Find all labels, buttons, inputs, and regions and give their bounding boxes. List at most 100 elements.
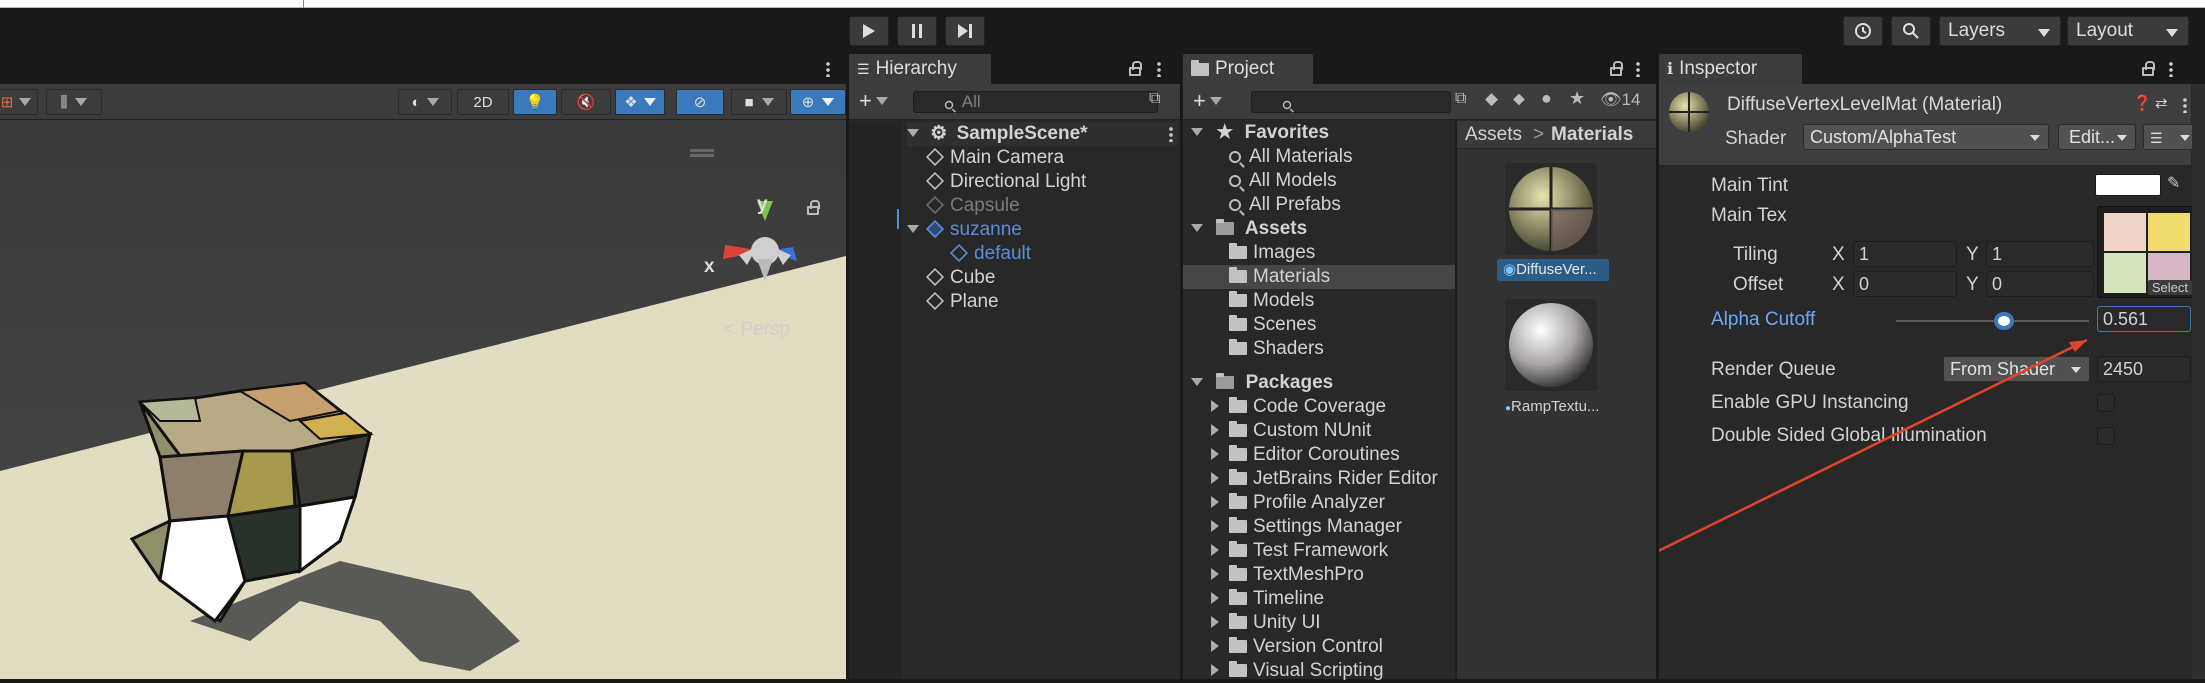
package-item[interactable]: Timeline xyxy=(1211,587,1324,611)
hierarchy-search-input[interactable]: All xyxy=(913,91,1158,113)
package-item[interactable]: Unity UI xyxy=(1211,611,1321,635)
double-sided-gi-checkbox[interactable] xyxy=(2097,427,2115,445)
step-button[interactable] xyxy=(945,16,985,46)
filter-by-label-icon[interactable]: ⬥ xyxy=(1513,89,1525,109)
search-by-type-icon[interactable]: ⧉ xyxy=(1149,90,1160,108)
package-item[interactable]: Version Control xyxy=(1211,635,1383,659)
package-item[interactable]: Test Framework xyxy=(1211,539,1388,563)
packages-header[interactable]: Packages xyxy=(1191,371,1333,395)
hidden-objects-toggle[interactable]: ⊘ xyxy=(676,89,724,115)
alpha-cutoff-slider-thumb[interactable] xyxy=(1994,312,2014,330)
offset-y-field[interactable]: 0 xyxy=(1986,271,2094,297)
project-search-input[interactable] xyxy=(1251,91,1451,113)
asset-folder-item[interactable]: Materials xyxy=(1183,265,1455,289)
inspector-lock-icon[interactable] xyxy=(2142,67,2154,76)
favorite-star-icon[interactable]: ★ xyxy=(1569,88,1585,109)
undo-history-button[interactable] xyxy=(1843,16,1883,46)
asset-label-ramp[interactable]: ●RampTextu... xyxy=(1501,396,1613,418)
inspector-scrollbar[interactable] xyxy=(2192,84,2205,679)
effects-toggle[interactable]: ❖ xyxy=(615,89,665,115)
layers-dropdown[interactable]: Layers xyxy=(1939,16,2061,46)
mode-2d-toggle[interactable]: 2D xyxy=(457,89,509,115)
asset-thumbnail-ramp[interactable] xyxy=(1505,299,1597,391)
favorites-item[interactable]: All Prefabs xyxy=(1229,193,1341,217)
package-item[interactable]: Profile Analyzer xyxy=(1211,491,1385,515)
lighting-toggle[interactable]: 💡 xyxy=(513,89,557,115)
hierarchy-item[interactable]: Capsule xyxy=(927,194,1020,218)
package-item[interactable]: Visual Scripting xyxy=(1211,659,1384,683)
favorites-header[interactable]: ★ Favorites xyxy=(1191,121,1329,145)
hierarchy-item[interactable]: Plane xyxy=(927,290,999,314)
tab-hierarchy[interactable]: ☰ Hierarchy xyxy=(849,54,991,84)
inspector-menu-icon[interactable] xyxy=(2169,61,2173,77)
shader-dropdown[interactable]: Custom/AlphaTest xyxy=(1803,124,2049,150)
preset-icon[interactable]: ⇄ xyxy=(2155,94,2168,112)
filter-by-type-icon[interactable]: ◆ xyxy=(1485,89,1498,109)
scene-root-row[interactable]: ⚙ SampleScene* xyxy=(907,122,1177,146)
breadcrumb-materials[interactable]: Materials xyxy=(1551,124,1633,146)
package-item[interactable]: Settings Manager xyxy=(1211,515,1402,539)
asset-folder-item[interactable]: Scenes xyxy=(1183,313,1455,337)
alpha-cutoff-slider-track[interactable] xyxy=(1896,320,2089,322)
package-item[interactable]: TextMeshPro xyxy=(1211,563,1364,587)
tab-inspector[interactable]: ℹ Inspector xyxy=(1659,54,1802,84)
gizmos-dropdown[interactable]: ⊕ xyxy=(790,89,846,115)
project-lock-icon[interactable] xyxy=(1610,67,1622,76)
shading-mode-dropdown[interactable]: ◐ xyxy=(398,89,452,115)
edit-shader-button[interactable]: Edit... xyxy=(2058,124,2136,150)
render-queue-field[interactable]: 2450 xyxy=(2097,356,2191,382)
tiling-y-field[interactable]: 1 xyxy=(1986,241,2094,267)
component-menu-icon[interactable] xyxy=(2183,97,2187,113)
main-tint-color-field[interactable] xyxy=(2095,174,2161,196)
offset-x-field[interactable]: 0 xyxy=(1853,271,1957,297)
tab-project[interactable]: Project xyxy=(1183,54,1313,84)
gpu-instancing-checkbox[interactable] xyxy=(2097,394,2115,412)
assets-header[interactable]: Assets xyxy=(1191,217,1307,241)
breadcrumb-assets[interactable]: Assets xyxy=(1465,124,1522,146)
texture-select-button[interactable]: Select xyxy=(2148,280,2192,295)
hierarchy-create-button[interactable]: + xyxy=(859,88,888,114)
asset-folder-item[interactable]: Shaders xyxy=(1183,337,1455,361)
eyedropper-icon[interactable]: ✎ xyxy=(2167,173,2180,193)
package-item[interactable]: Code Coverage xyxy=(1211,395,1386,419)
hierarchy-item[interactable]: suzanne xyxy=(907,218,1022,242)
package-item[interactable]: JetBrains Rider Editor xyxy=(1211,467,1438,491)
project-menu-icon[interactable] xyxy=(1636,61,1640,77)
asset-folder-item[interactable]: Images xyxy=(1183,241,1455,265)
hidden-packages-toggle[interactable]: 👁14 xyxy=(1600,90,1641,110)
scene-menu-icon[interactable] xyxy=(1169,126,1173,142)
asset-label-diffuse[interactable]: ◉DiffuseVer... xyxy=(1497,259,1609,281)
tiling-x-field[interactable]: 1 xyxy=(1853,241,1957,267)
hierarchy-item[interactable]: Main Camera xyxy=(927,146,1064,170)
search-mode-icon[interactable]: ⧉ xyxy=(1455,90,1466,108)
project-create-button[interactable]: + xyxy=(1193,88,1222,114)
package-item[interactable]: Custom NUnit xyxy=(1211,419,1371,443)
render-queue-dropdown[interactable]: From Shader xyxy=(1943,356,2090,382)
search-button[interactable] xyxy=(1891,16,1931,46)
play-button[interactable] xyxy=(849,16,889,46)
hierarchy-lock-icon[interactable] xyxy=(1129,67,1141,76)
main-tex-slot[interactable]: Select xyxy=(2097,206,2195,298)
camera-settings-dropdown[interactable]: ■ xyxy=(731,89,787,115)
gizmo-lock-icon[interactable] xyxy=(807,206,819,215)
hierarchy-item[interactable]: Cube xyxy=(927,266,995,290)
grid-snap-dropdown[interactable]: ⫼ xyxy=(46,89,102,115)
hierarchy-item[interactable]: default xyxy=(951,242,1031,266)
package-item[interactable]: Editor Coroutines xyxy=(1211,443,1400,467)
audio-toggle[interactable]: 🔇 xyxy=(561,89,611,115)
hierarchy-item[interactable]: Directional Light xyxy=(927,170,1086,194)
hierarchy-menu-icon[interactable] xyxy=(1157,61,1161,77)
pause-button[interactable] xyxy=(897,16,937,46)
layout-dropdown[interactable]: Layout xyxy=(2067,16,2189,46)
scene-viewport[interactable] xyxy=(0,121,846,679)
persp-toggle[interactable]: < Persp xyxy=(724,319,790,341)
scene-menu-icon[interactable] xyxy=(826,61,830,77)
draw-mode-dropdown[interactable]: ⊞ xyxy=(0,89,38,115)
favorites-item[interactable]: All Models xyxy=(1229,169,1337,193)
shader-options-dropdown[interactable]: ☰ xyxy=(2143,124,2199,150)
help-icon[interactable]: ❓ xyxy=(2133,94,2152,112)
alpha-cutoff-field[interactable]: 0.561 xyxy=(2097,306,2191,332)
asset-thumbnail-diffuse[interactable] xyxy=(1505,163,1597,255)
asset-folder-item[interactable]: Models xyxy=(1183,289,1455,313)
favorites-item[interactable]: All Materials xyxy=(1229,145,1352,169)
